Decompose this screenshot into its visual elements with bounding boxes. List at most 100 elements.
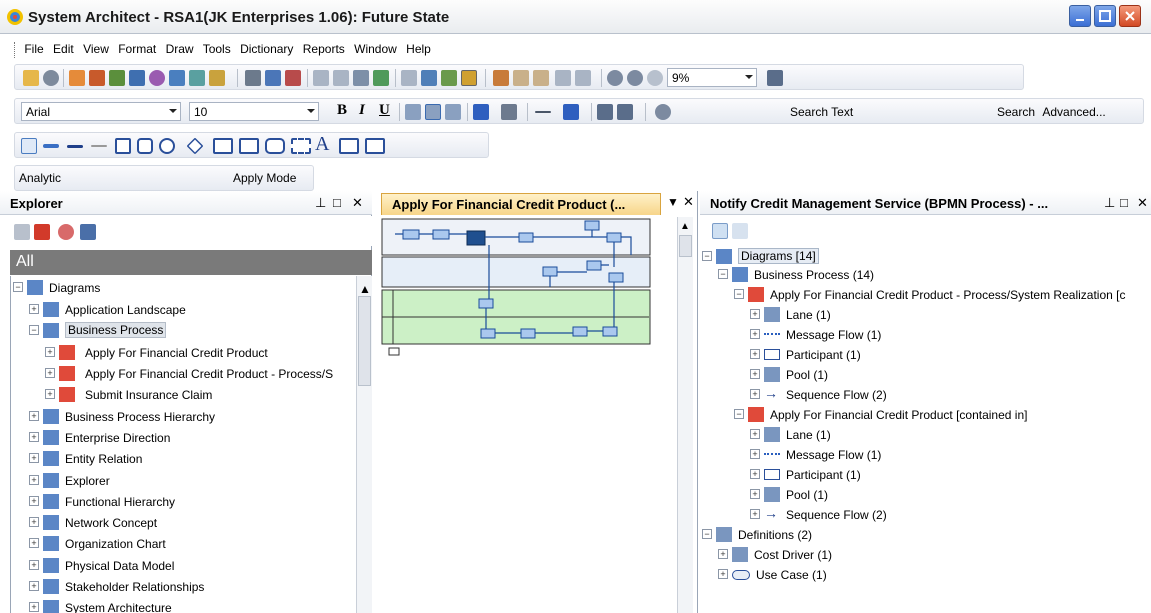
collapse-icon[interactable]: − [29, 325, 39, 335]
collapse-icon[interactable]: − [702, 529, 712, 539]
matrix-icon[interactable] [285, 70, 301, 86]
line-style-icon[interactable] [535, 111, 551, 113]
collapse-icon[interactable]: − [734, 289, 744, 299]
bring-forward-icon[interactable] [597, 104, 613, 120]
menu-window[interactable]: Window [354, 42, 397, 56]
expand-icon[interactable]: + [29, 432, 39, 442]
expand-icon[interactable]: + [29, 496, 39, 506]
fill-color-icon[interactable] [501, 104, 517, 120]
message-flow-icon[interactable] [43, 144, 59, 148]
association-icon[interactable] [91, 145, 107, 147]
align-left-icon[interactable] [405, 104, 421, 120]
grid-icon[interactable] [109, 70, 125, 86]
menu-dictionary[interactable]: Dictionary [240, 42, 293, 56]
search-text-field[interactable]: Search Text [790, 105, 972, 124]
italic-button[interactable]: I [359, 102, 365, 119]
close-tab-icon[interactable]: ✕ [683, 194, 694, 210]
database-shape-icon[interactable] [365, 138, 385, 154]
underline-button[interactable]: U [379, 102, 390, 119]
collapse-icon[interactable]: − [13, 282, 23, 292]
menu-help[interactable]: Help [406, 42, 431, 56]
expand-icon[interactable]: + [750, 309, 760, 319]
expand-icon[interactable]: + [29, 411, 39, 421]
menu-edit[interactable]: Edit [53, 42, 74, 56]
close-panel-icon[interactable]: ✕ [1137, 195, 1148, 211]
align-right-icon[interactable] [445, 104, 461, 120]
text-tool-icon[interactable]: A [315, 133, 329, 156]
expand-icon[interactable]: + [29, 538, 39, 548]
expand-icon[interactable]: + [750, 349, 760, 359]
spell-check-icon[interactable] [373, 70, 389, 86]
find-icon[interactable] [767, 70, 783, 86]
search-label[interactable]: Search [997, 105, 1035, 119]
explorer-scrollbar[interactable]: ▲ [356, 276, 372, 613]
expand-icon[interactable]: + [750, 469, 760, 479]
new-diagram-icon[interactable] [69, 70, 85, 86]
zoom-out-icon[interactable] [647, 70, 663, 86]
show-diagram-icon[interactable] [712, 223, 728, 239]
select-pointer-icon[interactable] [21, 138, 37, 154]
expand-icon[interactable]: + [45, 389, 55, 399]
undo-icon[interactable] [555, 70, 571, 86]
menu-format[interactable]: Format [118, 42, 156, 56]
scroll-thumb[interactable] [358, 296, 371, 386]
expand-icon[interactable]: + [29, 602, 39, 612]
diagram-thumbnail[interactable] [381, 217, 671, 367]
search-icon[interactable] [655, 104, 671, 120]
delete-icon[interactable] [34, 224, 50, 240]
font-color-icon[interactable] [473, 104, 489, 120]
refresh-icon[interactable] [58, 224, 74, 240]
cut-icon[interactable] [401, 70, 417, 86]
table-icon[interactable] [169, 70, 185, 86]
font-size-combo[interactable]: 10 [189, 102, 319, 121]
pool-shape-icon[interactable] [213, 138, 233, 154]
maximize-button[interactable] [1094, 5, 1116, 27]
menu-tools[interactable]: Tools [203, 42, 231, 56]
pin-icon[interactable]: ⊥ [1104, 195, 1115, 211]
format-painter-icon[interactable] [493, 70, 509, 86]
zoom-in-icon[interactable] [627, 70, 643, 86]
restore-icon[interactable]: □ [333, 195, 341, 210]
filter-bar[interactable]: All [10, 250, 372, 275]
tab-diagram[interactable]: Apply For Financial Credit Product (... [381, 193, 661, 215]
document-shape-icon[interactable] [115, 138, 131, 154]
menu-view[interactable]: View [83, 42, 109, 56]
expand-icon[interactable]: + [750, 329, 760, 339]
expand-icon[interactable]: + [750, 429, 760, 439]
close-panel-icon[interactable]: ✕ [352, 195, 363, 211]
browser-icon[interactable] [265, 70, 281, 86]
expand-icon[interactable]: + [718, 549, 728, 559]
minimize-button[interactable] [1069, 5, 1091, 27]
line-color-icon[interactable] [563, 104, 579, 120]
settings-icon[interactable] [43, 70, 59, 86]
diagram-scrollbar[interactable]: ▲ [677, 217, 693, 613]
expand-icon[interactable]: + [45, 368, 55, 378]
pin-icon[interactable]: ⊥ [315, 195, 326, 211]
expand-icon[interactable]: + [45, 347, 55, 357]
zoom-icon[interactable] [607, 70, 623, 86]
collapse-icon[interactable]: − [702, 251, 712, 261]
copy-icon[interactable] [421, 70, 437, 86]
expand-icon[interactable]: + [718, 569, 728, 579]
delete-icon[interactable] [513, 70, 529, 86]
menu-grip[interactable] [14, 42, 17, 58]
collapse-icon[interactable]: − [718, 269, 728, 279]
data-store-shape-icon[interactable] [265, 138, 285, 154]
align-center-icon[interactable] [425, 104, 441, 120]
expand-icon[interactable]: + [750, 509, 760, 519]
scroll-thumb[interactable] [679, 235, 692, 257]
print-preview-icon[interactable] [333, 70, 349, 86]
catalog-icon[interactable] [129, 70, 145, 86]
activity-shape-icon[interactable] [137, 138, 153, 154]
page-setup-icon[interactable] [461, 70, 477, 86]
menu-draw[interactable]: Draw [166, 42, 194, 56]
edit-icon[interactable] [14, 224, 30, 240]
properties-icon[interactable] [80, 224, 96, 240]
open-icon[interactable] [23, 70, 39, 86]
group-shape-icon[interactable] [291, 138, 311, 154]
annotation-shape-icon[interactable] [339, 138, 359, 154]
mode-combo[interactable]: Analytic [19, 171, 219, 190]
lane-shape-icon[interactable] [239, 138, 259, 154]
scroll-up-icon[interactable]: ▲ [680, 221, 690, 232]
cycle-icon[interactable] [189, 70, 205, 86]
